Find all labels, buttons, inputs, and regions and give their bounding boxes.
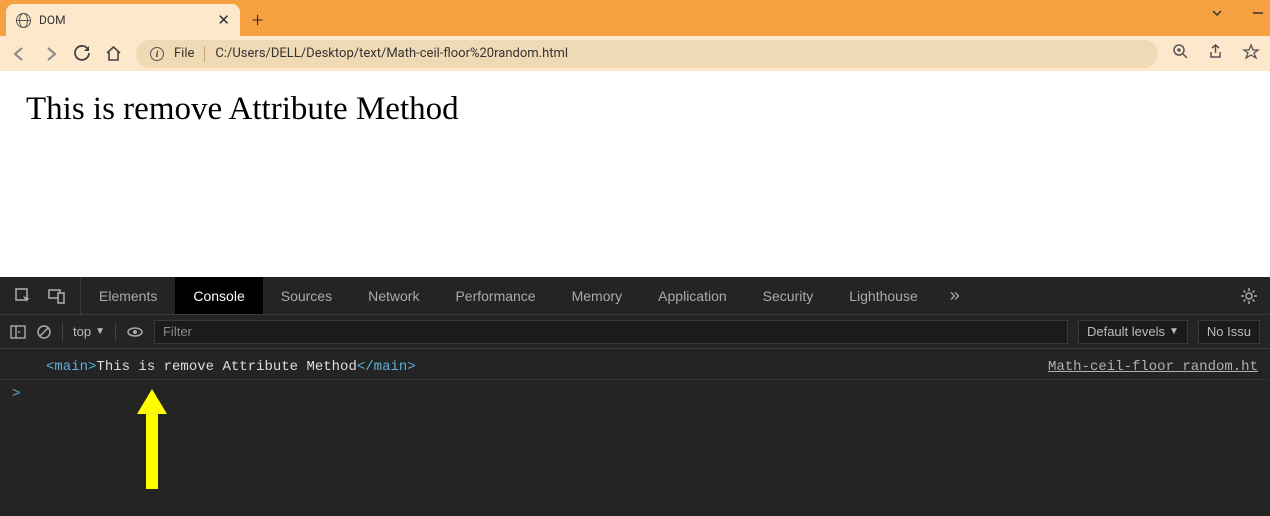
console-log-row[interactable]: <main>This is remove Attribute Method</m… (0, 355, 1270, 380)
toolbar-separator (115, 323, 116, 341)
devtools-tab-application[interactable]: Application (640, 277, 745, 314)
globe-icon (16, 13, 31, 28)
console-prompt[interactable]: > (0, 380, 1270, 408)
html-close-tag: </main> (357, 359, 416, 375)
issues-label: No Issu (1207, 324, 1251, 339)
forward-button[interactable] (42, 45, 60, 63)
devtools-tab-performance[interactable]: Performance (437, 277, 553, 314)
home-button[interactable] (105, 45, 122, 62)
new-tab-button[interactable]: + (252, 4, 263, 36)
tab-close-icon[interactable]: ✕ (217, 13, 230, 28)
console-source-link[interactable]: Math-ceil-floor random.ht (1048, 359, 1258, 375)
levels-label: Default levels (1087, 324, 1165, 339)
devtools-tab-elements[interactable]: Elements (81, 277, 175, 314)
tab-strip: DOM ✕ + (0, 0, 1270, 36)
tab-title: DOM (39, 13, 209, 27)
bookmark-icon[interactable] (1242, 43, 1260, 65)
devtools-tab-memory[interactable]: Memory (554, 277, 641, 314)
share-icon[interactable] (1207, 43, 1224, 64)
issues-button[interactable]: No Issu (1198, 320, 1260, 344)
filter-placeholder: Filter (163, 324, 192, 339)
device-toggle-icon[interactable] (48, 287, 66, 305)
annotation-arrow (132, 389, 172, 489)
page-viewport: This is remove Attribute Method (0, 71, 1270, 277)
console-clear-icon[interactable] (36, 324, 52, 340)
inspect-element-icon[interactable] (14, 287, 32, 305)
html-open-tag: <main> (46, 359, 96, 375)
console-log-content: <main>This is remove Attribute Method</m… (46, 359, 1048, 375)
url-bar[interactable]: i File C:/Users/DELL/Desktop/text/Math-c… (136, 40, 1158, 68)
console-output: <main>This is remove Attribute Method</m… (0, 349, 1270, 516)
window-controls (1210, 6, 1264, 20)
devtools-tab-network[interactable]: Network (350, 277, 437, 314)
devtools-tab-lighthouse[interactable]: Lighthouse (831, 277, 936, 314)
url-divider (204, 46, 205, 62)
devtools-tab-console[interactable]: Console (175, 277, 262, 314)
console-toolbar: top ▼ Filter Default levels ▼ No Issu (0, 315, 1270, 349)
html-text-content: This is remove Attribute Method (96, 359, 356, 375)
prompt-chevron-icon: > (12, 386, 20, 402)
live-expression-icon[interactable] (126, 324, 144, 340)
devtools-panel: Elements Console Sources Network Perform… (0, 277, 1270, 516)
devtools-settings-icon[interactable] (1228, 277, 1270, 314)
devtools-tab-bar: Elements Console Sources Network Perform… (0, 277, 1270, 315)
reload-button[interactable] (74, 45, 91, 62)
devtools-tab-security[interactable]: Security (745, 277, 832, 314)
url-scheme: File (174, 46, 194, 61)
url-path: C:/Users/DELL/Desktop/text/Math-ceil-flo… (215, 46, 1144, 61)
console-filter-input[interactable]: Filter (154, 320, 1068, 344)
devtools-tab-sources[interactable]: Sources (263, 277, 350, 314)
context-selector[interactable]: top ▼ (73, 324, 105, 339)
window-chevron-icon[interactable] (1210, 6, 1224, 20)
toolbar-separator (62, 323, 63, 341)
console-sidebar-toggle-icon[interactable] (10, 324, 26, 340)
info-icon[interactable]: i (150, 47, 164, 61)
browser-toolbar: i File C:/Users/DELL/Desktop/text/Math-c… (0, 36, 1270, 71)
zoom-icon[interactable] (1172, 43, 1189, 64)
context-label: top (73, 324, 91, 339)
devtools-tab-overflow-icon[interactable]: » (936, 277, 974, 314)
log-levels-selector[interactable]: Default levels ▼ (1078, 320, 1188, 344)
chevron-down-icon: ▼ (95, 326, 105, 337)
window-minimize-icon[interactable] (1252, 6, 1264, 20)
back-button[interactable] (10, 45, 28, 63)
chevron-down-icon: ▼ (1169, 326, 1179, 337)
browser-tab[interactable]: DOM ✕ (6, 4, 240, 36)
page-heading: This is remove Attribute Method (26, 91, 1244, 128)
